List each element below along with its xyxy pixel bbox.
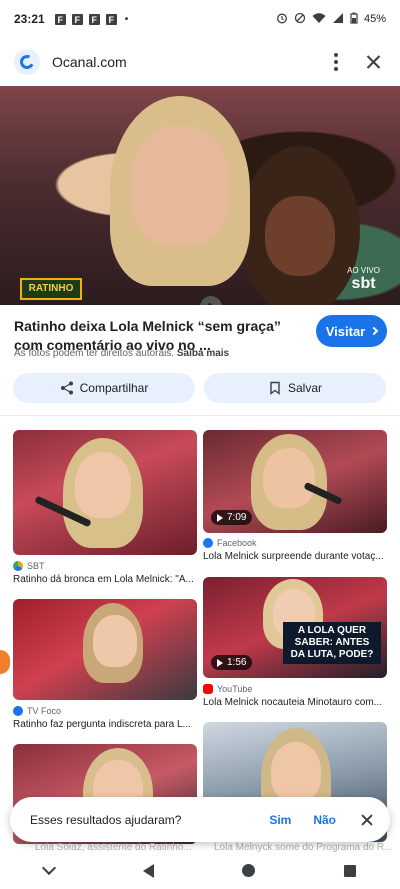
back-icon[interactable] [142,863,154,878]
save-button[interactable]: Salvar [204,373,386,403]
chevron-right-icon [370,326,379,336]
floating-side-tab[interactable] [0,650,10,674]
result-thumbnail[interactable] [13,430,197,555]
result-caption[interactable]: Lola Melnick nocauteia Minotauro com... [203,697,387,708]
home-icon[interactable] [242,864,256,877]
mute-icon [294,12,306,27]
share-button[interactable]: Compartilhar [13,373,195,403]
facebook-notification-icon: F [71,13,83,25]
result-caption[interactable]: Ratinho faz pergunta indiscreta para L..… [13,719,197,730]
more-notifications-dot: • [124,13,129,25]
person-face [75,452,131,518]
channel-logo: sbt [351,275,376,292]
visit-button[interactable]: Visitar [316,315,387,347]
close-icon[interactable] [360,813,374,827]
play-icon [217,513,223,522]
youtube-icon [203,684,213,694]
show-logo: RATINHO [20,278,82,300]
result-caption[interactable]: Lola Melnick surpreende durante votaç... [203,551,387,562]
result-thumbnail[interactable]: 7:09 [203,430,387,533]
signal-icon [332,12,344,27]
person-face [93,615,137,667]
live-label: AO VIVO [347,266,380,275]
copyright-notice: As fotos podem ter direitos autorais. Sa… [14,348,229,359]
more-options-icon[interactable] [324,50,348,74]
feedback-no-button[interactable]: Não [313,813,336,827]
source-name: SBT [27,561,45,571]
wifi-icon [312,12,326,27]
video-duration: 7:09 [211,510,253,525]
result-thumbnail[interactable] [13,599,197,700]
tvfoco-icon [13,706,23,716]
live-badge: AO VIVO sbt [347,266,380,293]
recent-apps-icon[interactable] [343,864,356,877]
learn-more-link[interactable]: Saiba mais [177,348,229,359]
status-indicators: 45% [276,12,386,27]
video-duration: 1:56 [211,655,253,670]
visit-label: Visitar [325,323,366,339]
feedback-yes-button[interactable]: Sim [269,813,291,827]
source-name: YouTube [217,684,253,694]
result-caption[interactable]: Ratinho dá bronca em Lola Melnick: "A... [13,574,197,585]
feedback-question: Esses resultados ajudaram? [30,812,182,827]
result-thumbnail[interactable]: A LOLA QUER SABER: ANTES DA LUTA, PODE? … [203,577,387,678]
close-icon[interactable] [362,50,386,74]
system-nav-bar [0,852,400,889]
divider [0,415,400,416]
alarm-icon [276,12,288,27]
site-name[interactable]: Ocanal.com [52,54,127,70]
facebook-notification-icon: F [88,13,100,25]
result-source: TV Foco [13,706,61,716]
duration-text: 1:56 [227,657,247,668]
sbt-icon [13,561,23,571]
battery-level: 45% [363,13,386,25]
facebook-notification-icon: F [105,13,117,25]
chevron-down-icon[interactable] [42,860,57,875]
source-name: TV Foco [27,706,62,716]
share-icon [60,381,74,395]
person-face [263,448,315,508]
singer-face [130,126,230,246]
feedback-snackbar: Esses resultados ajudaram? Sim Não [10,797,390,842]
copyright-text: As fotos podem ter direitos autorais. [14,348,175,359]
status-bar: 23:21 F F F F • 45% [0,0,400,38]
site-logo-icon[interactable] [14,49,40,75]
facebook-notification-icon: F [54,13,66,25]
bookmark-icon [268,381,282,395]
duration-text: 7:09 [227,512,247,523]
person-face [271,742,321,802]
result-source: SBT [13,561,45,571]
site-header: Ocanal.com [0,38,400,86]
save-label: Salvar [287,381,322,395]
battery-icon [350,12,358,27]
source-name: Facebook [217,538,257,548]
facebook-icon [203,538,213,548]
video-overlay-text: A LOLA QUER SABER: ANTES DA LUTA, PODE? [283,622,381,664]
result-source: YouTube [203,684,252,694]
status-time: 23:21 [14,12,45,26]
background-face [265,196,335,276]
preview-image[interactable]: RATINHO AO VIVO sbt [0,86,400,305]
result-source: Facebook [203,538,257,548]
share-label: Compartilhar [79,381,149,395]
play-icon [217,658,223,667]
